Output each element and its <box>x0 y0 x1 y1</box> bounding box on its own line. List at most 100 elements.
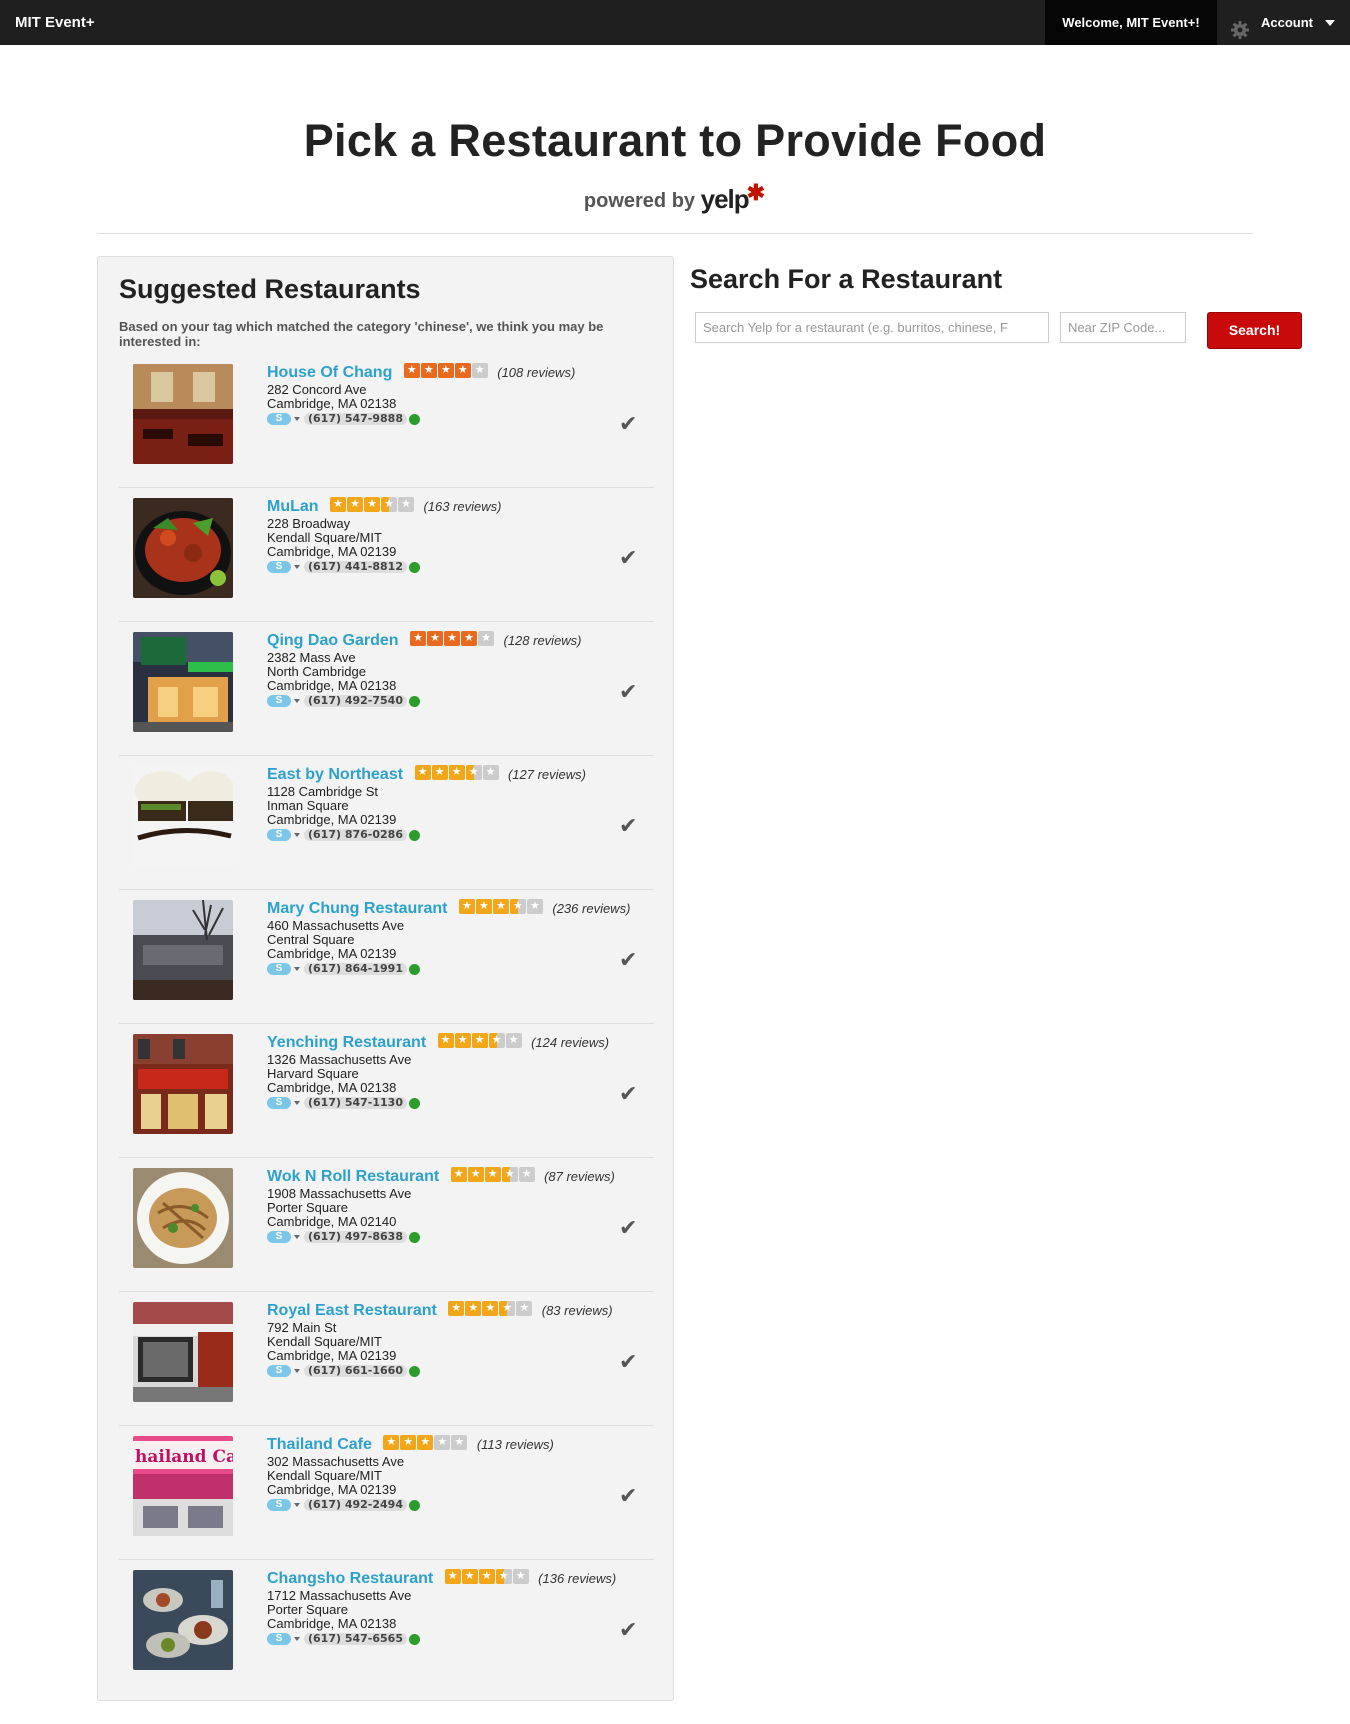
restaurant-address-line: Cambridge, MA 02139 <box>267 544 397 559</box>
phone-call-icon[interactable] <box>409 413 420 425</box>
checkmark-icon[interactable]: ✔ <box>619 1351 637 1373</box>
phone-number[interactable]: (617) 492-7540 <box>304 695 407 707</box>
svg-text:hailand Ca: hailand Ca <box>135 1447 233 1467</box>
restaurant-photo[interactable] <box>133 1168 233 1268</box>
star-icon: ★ <box>420 363 437 379</box>
phone-number[interactable]: (617) 497-8638 <box>304 1231 407 1243</box>
rating-stars: ★ ★ ★ ★ ★ <box>383 1435 468 1451</box>
restaurant-photo[interactable] <box>133 632 233 732</box>
restaurant-photo[interactable] <box>133 364 233 464</box>
chevron-down-icon[interactable] <box>294 417 300 421</box>
phone-number[interactable]: (617) 441-8812 <box>304 561 407 573</box>
checkmark-icon[interactable]: ✔ <box>619 1619 637 1641</box>
checkmark-icon[interactable]: ✔ <box>619 1083 637 1105</box>
star-icon: ★ <box>461 1569 478 1585</box>
restaurant-name-link[interactable]: Thailand Cafe <box>267 1436 372 1453</box>
restaurant-name-link[interactable]: Royal East Restaurant <box>267 1302 437 1319</box>
phone-call-icon[interactable] <box>409 1499 420 1511</box>
restaurant-photo[interactable] <box>133 766 233 866</box>
star-icon: ★ <box>478 631 495 647</box>
brand-link[interactable]: MIT Event+ <box>15 0 95 45</box>
skype-icon[interactable]: S <box>267 413 291 425</box>
restaurant-photo[interactable] <box>133 498 233 598</box>
welcome-message[interactable]: Welcome, MIT Event+! <box>1045 0 1217 45</box>
phone-number[interactable]: (617) 876-0286 <box>304 829 407 841</box>
checkmark-icon[interactable]: ✔ <box>619 1217 637 1239</box>
restaurant-address-line: Kendall Square/MIT <box>267 1468 382 1483</box>
phone-call-icon[interactable] <box>409 829 420 841</box>
phone-call-icon[interactable] <box>409 1097 420 1109</box>
phone-call-icon[interactable] <box>409 963 420 975</box>
checkmark-icon[interactable]: ✔ <box>619 681 637 703</box>
restaurant-address-line: Cambridge, MA 02138 <box>267 1616 397 1631</box>
phone-call-icon[interactable] <box>409 695 420 707</box>
restaurant-photo[interactable]: hailand Ca <box>133 1436 233 1536</box>
yelp-logo: yelp✱ <box>700 180 765 214</box>
star-icon: ★ <box>364 497 380 513</box>
restaurant-name-link[interactable]: East by Northeast <box>267 766 403 783</box>
checkmark-icon[interactable]: ✔ <box>619 547 637 569</box>
chevron-down-icon[interactable] <box>294 1235 300 1239</box>
star-icon: ★ <box>427 631 444 647</box>
phone-number[interactable]: (617) 547-6565 <box>304 1633 407 1645</box>
skype-icon[interactable]: S <box>267 561 291 573</box>
phone-number[interactable]: (617) 661-1660 <box>304 1365 407 1377</box>
star-icon: ★ <box>461 631 478 647</box>
chevron-down-icon[interactable] <box>294 1503 300 1507</box>
restaurant-name-link[interactable]: Qing Dao Garden <box>267 632 399 649</box>
header-divider <box>97 233 1253 234</box>
restaurant-photo[interactable] <box>133 1302 233 1402</box>
phone-number[interactable]: (617) 547-1130 <box>304 1097 407 1109</box>
skype-icon[interactable]: S <box>267 695 291 707</box>
search-button[interactable]: Search! <box>1207 312 1302 349</box>
restaurant-name-link[interactable]: House Of Chang <box>267 364 392 381</box>
chevron-down-icon[interactable] <box>294 1369 300 1373</box>
chevron-down-icon[interactable] <box>294 1637 300 1641</box>
skype-icon[interactable]: S <box>267 1231 291 1243</box>
suggested-panel: Suggested Restaurants Based on your tag … <box>97 256 674 1701</box>
restaurant-photo[interactable] <box>133 1034 233 1134</box>
skype-icon[interactable]: S <box>267 1499 291 1511</box>
checkmark-icon[interactable]: ✔ <box>619 949 637 971</box>
phone-number[interactable]: (617) 864-1991 <box>304 963 407 975</box>
restaurant-info: House Of Chang ★ ★ ★ ★ ★ (108 reviews) 282 C… <box>267 362 647 426</box>
phone-number[interactable]: (617) 547-9888 <box>304 413 407 425</box>
star-icon: ★ <box>383 1435 400 1451</box>
restaurant-photo[interactable] <box>133 1570 233 1670</box>
restaurant-name-link[interactable]: MuLan <box>267 498 319 515</box>
skype-icon[interactable]: S <box>267 1365 291 1377</box>
skype-icon[interactable]: S <box>267 829 291 841</box>
phone-call-icon[interactable] <box>409 1633 420 1645</box>
phone-call-icon[interactable] <box>409 1231 420 1243</box>
zip-input[interactable]: Near ZIP Code... <box>1060 312 1186 343</box>
skype-icon[interactable]: S <box>267 1097 291 1109</box>
restaurant-item: Qing Dao Garden ★ ★ ★ ★ ★ (128 reviews) 2382… <box>119 622 654 756</box>
star-icon: ★ <box>501 1167 518 1183</box>
star-icon: ★ <box>431 765 448 781</box>
restaurant-name-link[interactable]: Mary Chung Restaurant <box>267 900 447 917</box>
chevron-down-icon[interactable] <box>294 833 300 837</box>
restaurant-name-link[interactable]: Wok N Roll Restaurant <box>267 1168 439 1185</box>
phone-line: S (617) 864-1991 <box>267 962 647 976</box>
chevron-down-icon[interactable] <box>294 1101 300 1105</box>
review-count: (163 reviews) <box>423 499 502 514</box>
restaurant-name-link[interactable]: Yenching Restaurant <box>267 1034 426 1051</box>
phone-call-icon[interactable] <box>409 561 420 573</box>
checkmark-icon[interactable]: ✔ <box>619 1485 637 1507</box>
restaurant-item: East by Northeast ★ ★ ★ ★ ★ (127 reviews) 11… <box>119 756 654 890</box>
skype-icon[interactable]: S <box>267 1633 291 1645</box>
checkmark-icon[interactable]: ✔ <box>619 815 637 837</box>
phone-number[interactable]: (617) 492-2494 <box>304 1499 407 1511</box>
search-input[interactable]: Search Yelp for a restaurant (e.g. burri… <box>695 312 1049 343</box>
chevron-down-icon[interactable] <box>294 967 300 971</box>
phone-call-icon[interactable] <box>409 1365 420 1377</box>
checkmark-icon[interactable]: ✔ <box>619 413 637 435</box>
chevron-down-icon[interactable] <box>294 699 300 703</box>
restaurant-name-link[interactable]: Changsho Restaurant <box>267 1570 433 1587</box>
restaurant-address-line: 228 Broadway <box>267 516 351 531</box>
chevron-down-icon[interactable] <box>294 565 300 569</box>
skype-icon[interactable]: S <box>267 963 291 975</box>
restaurant-photo[interactable] <box>133 900 233 1000</box>
account-menu[interactable]: Account <box>1230 0 1335 45</box>
page-title: Pick a Restaurant to Provide Food <box>303 115 1047 166</box>
